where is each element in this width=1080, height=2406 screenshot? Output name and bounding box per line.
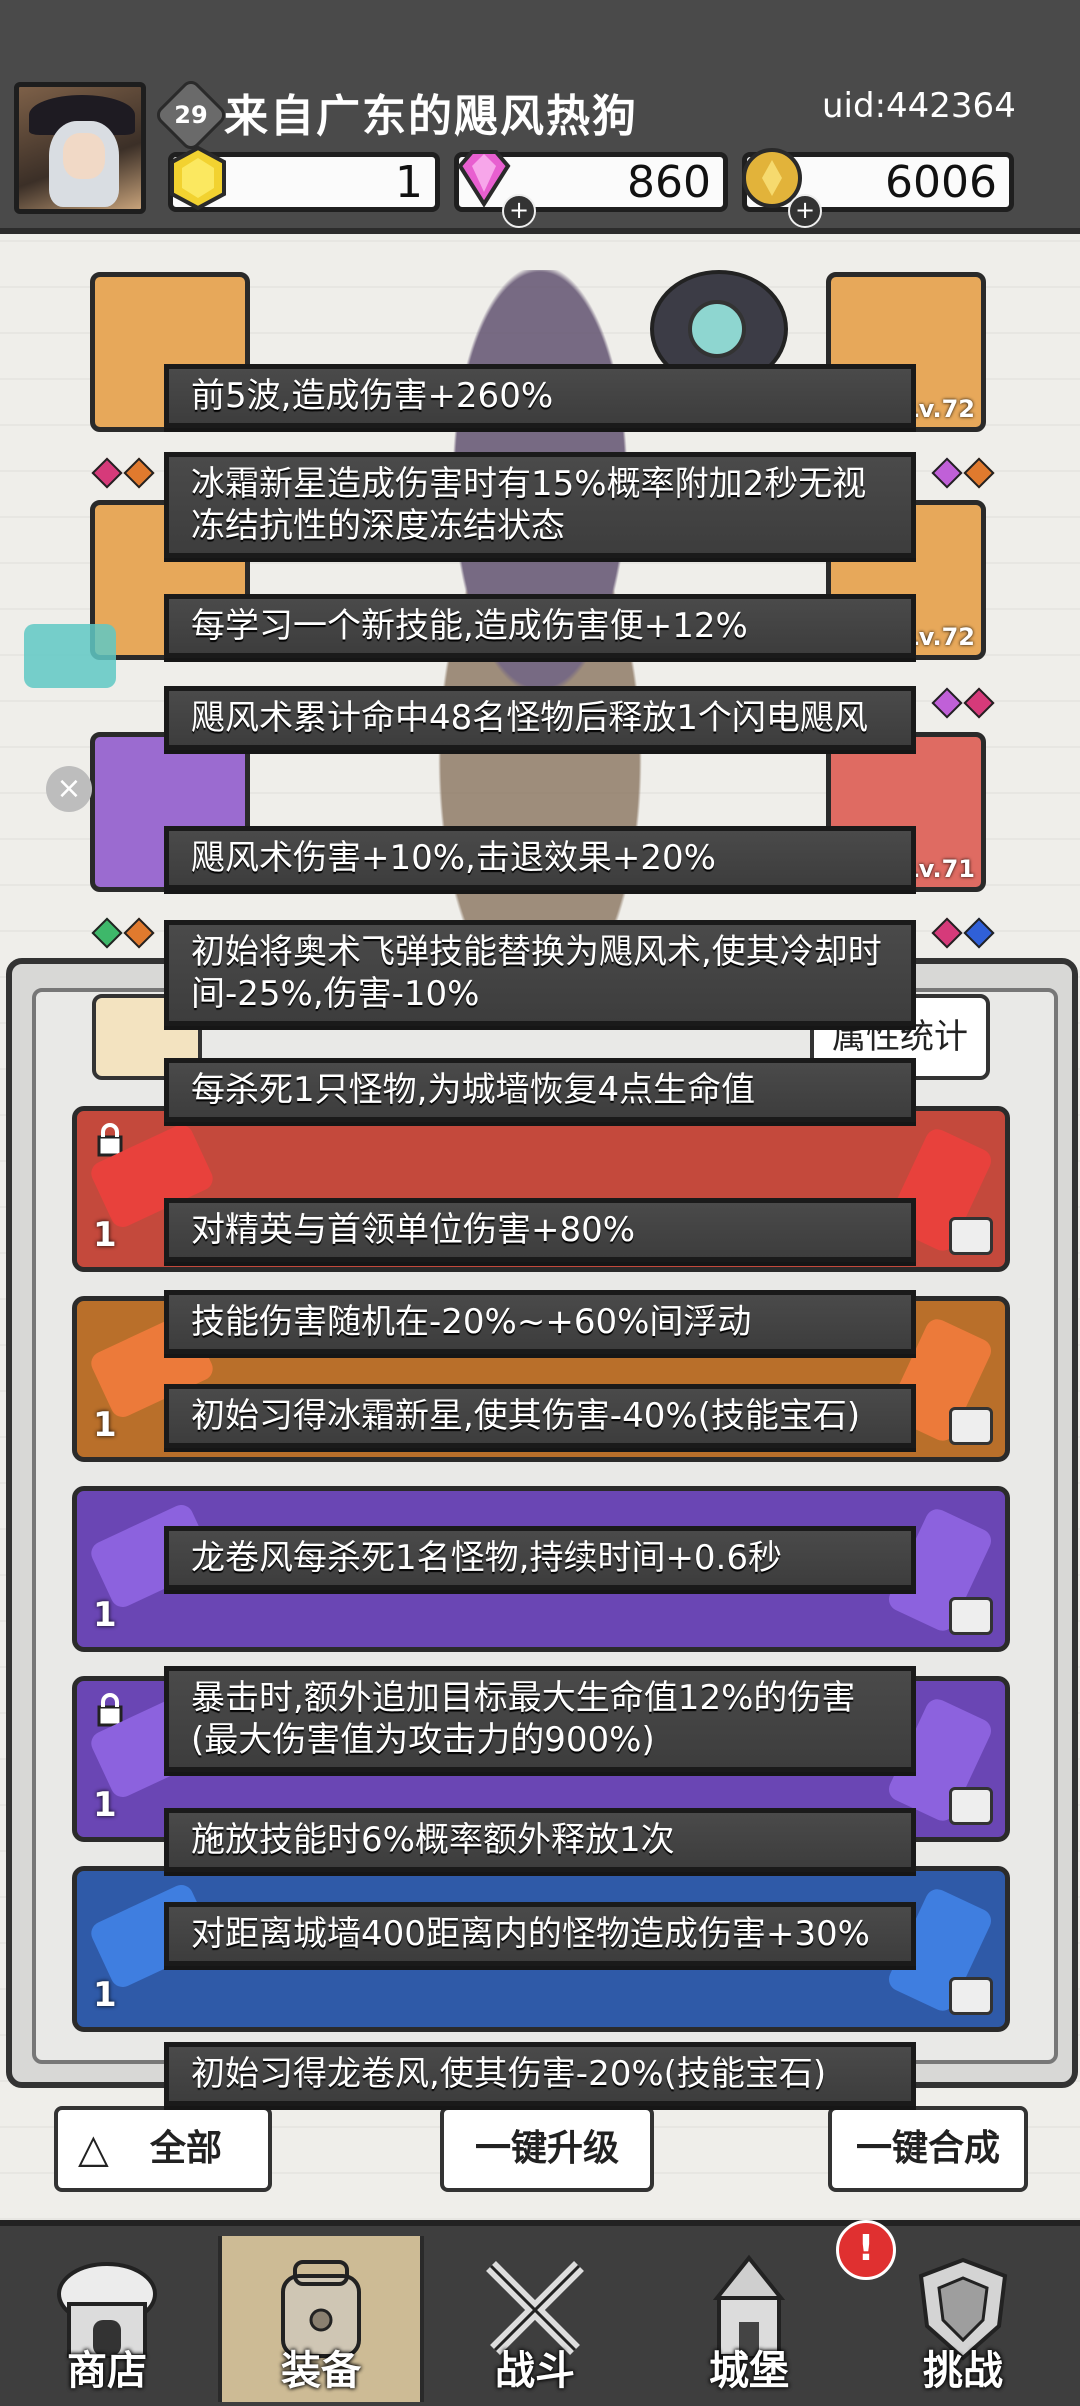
- effect-item: 每学习一个新技能,造成伤害便+12%: [164, 594, 916, 658]
- nav-label: 商店: [67, 2348, 147, 2394]
- top-header: 29 来自广东的飓风热狗 uid:442364 1 860 + 6006 +: [0, 0, 1080, 234]
- effect-item: 龙卷风每杀死1名怪物,持续时间+0.6秒: [164, 1526, 916, 1590]
- nav-label: 战斗: [495, 2348, 575, 2394]
- close-icon[interactable]: ×: [46, 766, 92, 812]
- ring-tag-icon: [949, 1407, 993, 1445]
- effect-item: 飓风术伤害+10%,击退效果+20%: [164, 826, 916, 890]
- effect-item: 对距离城墙400距离内的怪物造成伤害+30%: [164, 1902, 916, 1966]
- nav-battle[interactable]: 战斗: [432, 2236, 638, 2402]
- one-click-upgrade-button[interactable]: 一键升级: [440, 2106, 654, 2192]
- notification-badge: !: [836, 2220, 896, 2280]
- gem-count: 1: [93, 1785, 117, 1825]
- effect-item: 冰霜新星造成伤害时有15%概率附加2秒无视冻结抗性的深度冻结状态: [164, 452, 916, 558]
- nav-shop[interactable]: 商店: [4, 2236, 210, 2402]
- player-uid: uid:442364: [822, 86, 1016, 126]
- ring-tag-icon: [949, 1217, 993, 1255]
- gold-gem-icon: [170, 145, 226, 211]
- effect-item: 每杀死1只怪物,为城墙恢复4点生命值: [164, 1058, 916, 1122]
- add-coin-button[interactable]: +: [788, 194, 822, 228]
- ring-tag-icon: [949, 1597, 993, 1635]
- add-diamond-button[interactable]: +: [502, 194, 536, 228]
- player-avatar[interactable]: [14, 82, 146, 214]
- one-click-merge-button[interactable]: 一键合成: [828, 2106, 1028, 2192]
- bottom-nav: 商店 装备 战斗 城堡 挑战: [0, 2220, 1080, 2406]
- staff-gem-icon: [688, 300, 746, 358]
- effect-item: 初始习得冰霜新星,使其伤害-40%(技能宝石): [164, 1384, 916, 1448]
- effect-item: 暴击时,额外追加目标最大生命值12%的伤害(最大伤害值为攻击力的900%): [164, 1666, 916, 1772]
- nav-label: 装备: [281, 2348, 361, 2394]
- filter-label: 全部: [150, 2128, 223, 2169]
- gem-count: 1: [93, 1215, 117, 1255]
- nav-equipment[interactable]: 装备: [218, 2236, 424, 2402]
- nav-label: 挑战: [923, 2348, 1003, 2394]
- key-tag-icon: [949, 1977, 993, 2015]
- triangle-icon: △: [78, 2126, 109, 2172]
- gold-gem-value: 1: [395, 157, 423, 208]
- gem-count: 1: [93, 1975, 117, 2015]
- effect-item: 飓风术累计命中48名怪物后释放1个闪电飓风: [164, 686, 916, 750]
- filter-all-button[interactable]: △ 全部: [54, 2106, 272, 2192]
- effect-item: 施放技能时6%概率额外释放1次: [164, 1808, 916, 1872]
- diamond-value: 860: [627, 157, 711, 208]
- effect-item: 前5波,造成伤害+260%: [164, 364, 916, 428]
- effect-item: 初始将奥术飞弹技能替换为飓风术,使其冷却时间-25%,伤害-10%: [164, 920, 916, 1026]
- player-name: 来自广东的飓风热狗: [224, 91, 638, 142]
- nav-castle[interactable]: 城堡: [646, 2236, 852, 2402]
- effect-item: 技能伤害随机在-20%~+60%间浮动: [164, 1290, 916, 1354]
- effect-item: 初始习得龙卷风,使其伤害-20%(技能宝石): [164, 2042, 916, 2106]
- gem-count: 1: [93, 1405, 117, 1445]
- floating-assistant-button[interactable]: [24, 624, 116, 688]
- player-level: 29: [174, 101, 208, 129]
- gem-count: 1: [93, 1595, 117, 1635]
- effect-item: 对精英与首领单位伤害+80%: [164, 1198, 916, 1262]
- coin-value: 6006: [885, 157, 997, 208]
- ring-tag-icon: [949, 1787, 993, 1825]
- nav-label: 城堡: [709, 2348, 789, 2394]
